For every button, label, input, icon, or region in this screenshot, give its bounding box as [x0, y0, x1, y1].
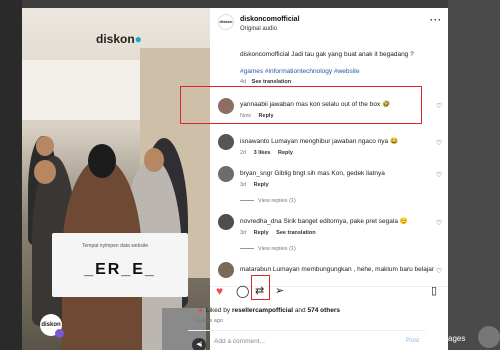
- post-comment-button[interactable]: Post: [406, 337, 419, 344]
- quiz-card-word: _ER_E_: [84, 261, 156, 278]
- add-comment-input[interactable]: [214, 335, 394, 347]
- comment-body: matarabun Lumayan membungungkan , hehe, …: [240, 265, 436, 274]
- caption-meta: 4d See translation: [240, 79, 291, 85]
- comment-body: bryan_sngr Giblig bngt sih mas Kon, gede…: [240, 169, 436, 178]
- comment-age: 3d: [240, 230, 247, 236]
- comment-user[interactable]: matarabun: [240, 266, 271, 273]
- video-brand-logo: diskon●: [96, 32, 142, 46]
- video-person-head: [36, 136, 54, 156]
- video-person-head: [144, 148, 164, 172]
- background-text: ages: [448, 334, 466, 343]
- likes-others[interactable]: 574 others: [307, 307, 340, 314]
- reply-button[interactable]: Reply: [254, 182, 269, 188]
- comment-meta: 3d Reply See translation: [240, 230, 322, 236]
- comment-avatar[interactable]: [218, 262, 234, 278]
- comment-likes-count[interactable]: 3 likes: [254, 150, 271, 156]
- comment-avatar[interactable]: [218, 214, 234, 230]
- comment-avatar[interactable]: [218, 134, 234, 150]
- page-backdrop-left: [0, 0, 22, 350]
- author-avatar[interactable]: diskon: [218, 14, 234, 30]
- share-icon[interactable]: ➢: [275, 285, 284, 297]
- bookmark-icon[interactable]: ▯: [431, 285, 437, 297]
- comment-user[interactable]: isnawanto: [240, 138, 269, 145]
- see-translation-link[interactable]: See translation: [276, 230, 315, 236]
- comment-body: isnawanto Lumayan menghibur jawaban ngac…: [240, 137, 436, 146]
- composer-divider: [188, 330, 426, 331]
- view-replies-button[interactable]: View replies (1): [240, 246, 296, 252]
- comment-text: Lumayan menghibur jawaban ngaco nya 😂: [271, 138, 399, 145]
- video-person-head: [88, 144, 116, 178]
- like-heart-filled-icon[interactable]: ♥: [216, 285, 223, 297]
- author-name[interactable]: diskoncomofficial: [240, 16, 300, 23]
- reply-button[interactable]: Reply: [278, 150, 293, 156]
- view-replies-button[interactable]: View replies (1): [240, 198, 296, 204]
- video-person-head: [34, 160, 56, 184]
- reply-button[interactable]: Reply: [254, 230, 269, 236]
- comment-like-heart-icon[interactable]: ♡: [436, 219, 442, 227]
- liker-name[interactable]: resellercampofficial: [232, 307, 293, 314]
- post-media-video[interactable]: diskon● Tempat nyimpen data website _ER_…: [22, 8, 210, 350]
- comment-like-heart-icon[interactable]: ♡: [436, 267, 442, 275]
- post-modal: diskon● Tempat nyimpen data website _ER_…: [22, 8, 448, 350]
- comment-icon[interactable]: ◯: [236, 285, 249, 297]
- media-badge-icon: [55, 329, 64, 338]
- comment-meta: 3d Reply: [240, 182, 275, 188]
- comment-age: 3d: [240, 182, 247, 188]
- quiz-card-caption: Tempat nyimpen data website: [82, 243, 149, 249]
- post-age[interactable]: 4 days ago: [196, 318, 223, 324]
- comment-avatar[interactable]: [218, 166, 234, 182]
- liker-avatar: 🔺: [196, 307, 205, 314]
- likes-summary: 🔺 Liked by resellercampofficial and 574 …: [196, 307, 341, 314]
- more-options-icon[interactable]: ···: [430, 15, 442, 25]
- post-header: diskon diskoncomofficial Original audio …: [210, 8, 448, 40]
- post-caption: diskoncomofficial Jadi tau gak yang buat…: [240, 50, 440, 59]
- caption-age: 4d: [240, 79, 247, 85]
- comment-text: Giblig bngt sih mas Kon, gedek liatnya: [274, 170, 385, 177]
- caption-text: Jadi tau gak yang buat anak it begadang …: [291, 51, 414, 58]
- audio-label[interactable]: Original audio: [240, 26, 277, 32]
- highlight-box-repost: [251, 275, 270, 300]
- page-backdrop-right: [448, 0, 500, 350]
- emoji-picker-icon[interactable]: ☺: [197, 336, 206, 346]
- see-translation-link[interactable]: See translation: [252, 79, 291, 85]
- comments-panel: diskon diskoncomofficial Original audio …: [210, 8, 448, 350]
- comment-age: 2d: [240, 150, 247, 156]
- highlight-box-comment: [180, 86, 422, 124]
- comment-meta: 2d 3 likes Reply: [240, 150, 299, 156]
- comment-user[interactable]: bryan_sngr: [240, 170, 273, 177]
- comment-like-heart-icon[interactable]: ♡: [436, 139, 442, 147]
- comment-text: Lumayan membungungkan , hehe, maklum bar…: [272, 266, 435, 273]
- video-quiz-card: Tempat nyimpen data website _ER_E_: [52, 233, 188, 297]
- caption-hashtags[interactable]: #games #informationtechnology #website: [240, 68, 360, 75]
- comment-text: Sirik banget editornya, pake pret segala…: [283, 218, 408, 225]
- comment-like-heart-icon[interactable]: ♡: [436, 102, 442, 110]
- caption-author[interactable]: diskoncomofficial: [240, 51, 289, 58]
- background-avatar: [478, 326, 500, 348]
- comment-user[interactable]: novredha_dna: [240, 218, 282, 225]
- comment-body: novredha_dna Sirik banget editornya, pak…: [240, 217, 436, 226]
- comment-like-heart-icon[interactable]: ♡: [436, 171, 442, 179]
